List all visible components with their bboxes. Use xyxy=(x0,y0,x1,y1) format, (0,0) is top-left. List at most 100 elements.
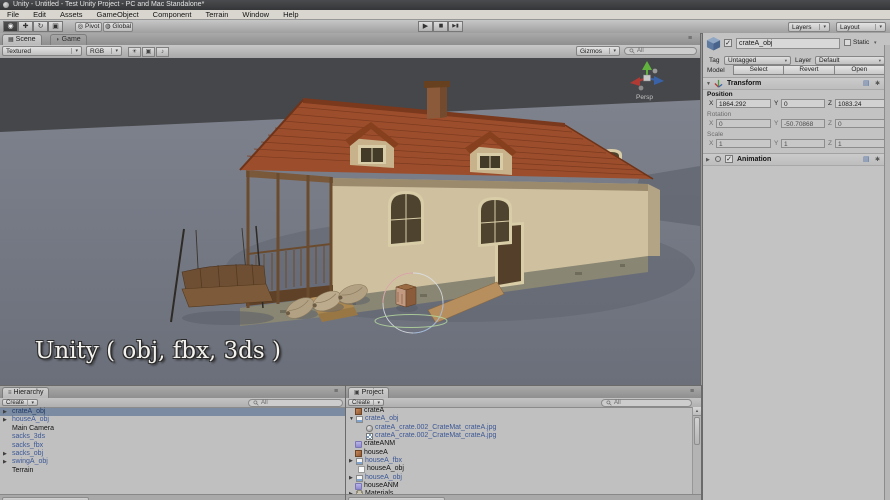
layout-dropdown[interactable]: Layout▾ xyxy=(836,22,886,32)
scroll-up-arrow[interactable]: ▲ xyxy=(693,407,701,416)
menu-window[interactable]: Window xyxy=(235,10,276,19)
active-checkbox[interactable]: ✓ xyxy=(724,39,732,47)
pause-button[interactable]: ▮▮ xyxy=(433,21,448,32)
panel-menu-icon[interactable]: ≡ xyxy=(334,387,338,397)
window-title: Unity - Untitled - Test Unity Project - … xyxy=(13,0,204,10)
search-icon xyxy=(606,400,612,406)
audio-toggle[interactable]: ♪ xyxy=(156,47,169,57)
scroll-thumb[interactable] xyxy=(694,417,700,445)
panel-menu-icon[interactable]: ≡ xyxy=(688,34,692,44)
channel-dropdown[interactable]: RGB▾ xyxy=(86,46,122,56)
rotation-x-field[interactable]: 0 xyxy=(716,119,771,128)
project-vertical-scrollbar[interactable]: ▲ xyxy=(692,407,701,494)
scale-y-field[interactable]: 1 xyxy=(781,139,825,148)
scene-overlay-caption: Unity ( obj, fbx, 3ds ) xyxy=(35,338,281,364)
layer-dropdown[interactable]: Default▾ xyxy=(815,56,885,65)
skybox-toggle[interactable]: ▣ xyxy=(142,47,155,57)
position-y-field[interactable]: 0 xyxy=(781,99,825,108)
gear-icon[interactable]: ✱ xyxy=(875,80,880,88)
project-search-input[interactable]: All xyxy=(601,399,692,407)
model-label: Model xyxy=(707,67,725,75)
chevron-down-icon: ▾ xyxy=(819,24,826,30)
hierarchy-search-input[interactable]: All xyxy=(248,399,343,407)
menu-terrain[interactable]: Terrain xyxy=(198,10,235,19)
render-mode-dropdown[interactable]: Textured▾ xyxy=(2,46,82,56)
hierarchy-create-button[interactable]: Create▾ xyxy=(2,399,38,406)
pivot-toggle-button[interactable]: ◎ Pivot xyxy=(75,22,102,32)
animation-component-header[interactable]: ▶ ✓ Animation ▤ ✱ xyxy=(703,153,884,166)
help-book-icon[interactable]: ▤ xyxy=(863,156,870,164)
model-open-button[interactable]: Open xyxy=(834,65,885,75)
search-icon xyxy=(629,48,635,54)
hierarchy-item-terrain[interactable]: Terrain xyxy=(0,467,345,475)
view-tool-button[interactable]: ◉ xyxy=(3,21,18,32)
static-dropdown-arrow[interactable]: ▾ xyxy=(874,39,877,47)
scale-z-field[interactable]: 1 xyxy=(835,139,885,148)
gizmo-z-axis-cone[interactable] xyxy=(654,76,664,85)
scene-3d-viewport[interactable]: Persp Unity ( obj, fbx, 3ds ) xyxy=(0,58,700,385)
play-button[interactable]: ▶ xyxy=(418,21,433,32)
static-checkbox[interactable] xyxy=(844,39,851,46)
position-x-field[interactable]: 1864.292 xyxy=(716,99,771,108)
hierarchy-horizontal-scrollbar[interactable] xyxy=(0,494,345,500)
scene-orientation-gizmo[interactable]: Persp xyxy=(629,60,669,104)
menu-gameobject[interactable]: GameObject xyxy=(90,10,146,19)
move-tool-button[interactable]: ✚ xyxy=(18,21,33,32)
rotation-y-field[interactable]: -50.70868 xyxy=(781,119,825,128)
menu-component[interactable]: Component xyxy=(146,10,199,19)
inspector-scrollbar[interactable] xyxy=(884,45,890,500)
scale-tool-button[interactable]: ▣ xyxy=(48,21,63,32)
position-z-field[interactable]: 1083.24 xyxy=(835,99,885,108)
scene-search-input[interactable]: All xyxy=(624,47,697,55)
project-item-crateANM[interactable]: crateANM xyxy=(346,440,692,448)
step-button[interactable]: ▶▮ xyxy=(448,21,463,32)
step-icon: ▶▮ xyxy=(452,23,459,29)
chimney xyxy=(424,81,450,119)
gizmos-dropdown[interactable]: Gizmos▾ xyxy=(576,46,620,56)
rotation-z-field[interactable]: 0 xyxy=(835,119,885,128)
panel-menu-icon[interactable]: ≡ xyxy=(690,387,694,397)
tab-game[interactable]: ◗Game xyxy=(50,34,87,45)
menu-edit[interactable]: Edit xyxy=(26,10,53,19)
axis-label-z: Z xyxy=(828,120,832,128)
gear-icon[interactable]: ✱ xyxy=(875,156,880,164)
project-item-crateA_obj-model[interactable]: ▼crateA_obj xyxy=(346,415,692,423)
global-toggle-button[interactable]: ◍ Global xyxy=(103,22,133,32)
project-item-houseA_obj-file[interactable]: houseA_obj xyxy=(346,465,692,473)
object-name-field[interactable]: crateA_obj xyxy=(736,38,840,49)
folder-tab-icon: ▣ xyxy=(354,390,360,396)
tag-dropdown[interactable]: Untagged▾ xyxy=(724,56,791,65)
foldout-icon[interactable]: ▶ xyxy=(706,156,710,164)
tab-hierarchy[interactable]: ≡Hierarchy xyxy=(2,387,49,398)
tab-scene[interactable]: ▦Scene xyxy=(2,34,42,45)
camera-projection-label[interactable]: Persp xyxy=(636,94,653,101)
scene-panel: ▦Scene ◗Game ≡ Textured▾ RGB▾ ☀ ▣ ♪ Gizm… xyxy=(0,33,701,385)
scale-x-field[interactable]: 1 xyxy=(716,139,771,148)
menu-file[interactable]: File xyxy=(0,10,26,19)
lighting-toggle[interactable]: ☀ xyxy=(128,47,141,57)
layers-dropdown[interactable]: Layers▾ xyxy=(788,22,830,32)
hierarchy-item-houseA_obj[interactable]: ▶houseA_obj xyxy=(0,416,345,424)
rotate-tool-button[interactable]: ↻ xyxy=(33,21,48,32)
gizmo-x-axis-cone[interactable] xyxy=(630,77,640,86)
animation-enabled-checkbox[interactable]: ✓ xyxy=(725,155,733,163)
static-label: Static xyxy=(853,39,869,47)
menu-help[interactable]: Help xyxy=(276,10,305,19)
axis-label-x: X xyxy=(709,140,713,148)
transform-title: Transform xyxy=(727,80,761,88)
model-select-button[interactable]: Select xyxy=(733,65,784,75)
hierarchy-item-swingA_obj[interactable]: ▶swingA_obj xyxy=(0,458,345,466)
foldout-icon[interactable]: ▼ xyxy=(706,80,711,88)
position-label: Position xyxy=(707,91,733,99)
tab-project[interactable]: ▣Project xyxy=(348,387,389,398)
project-create-button[interactable]: Create▾ xyxy=(348,399,384,406)
hierarchy-item-sacks_3ds[interactable]: sacks_3ds xyxy=(0,433,345,441)
gizmo-y-axis-cone[interactable] xyxy=(642,61,652,70)
help-book-icon[interactable]: ▤ xyxy=(863,80,870,88)
animation-title: Animation xyxy=(737,156,771,164)
model-revert-button[interactable]: Revert xyxy=(783,65,834,75)
transform-component-header[interactable]: ▼ Transform ▤ ✱ xyxy=(703,77,884,90)
unity-logo-icon xyxy=(3,2,9,8)
project-horizontal-scrollbar[interactable] xyxy=(346,494,701,500)
menu-assets[interactable]: Assets xyxy=(53,10,90,19)
